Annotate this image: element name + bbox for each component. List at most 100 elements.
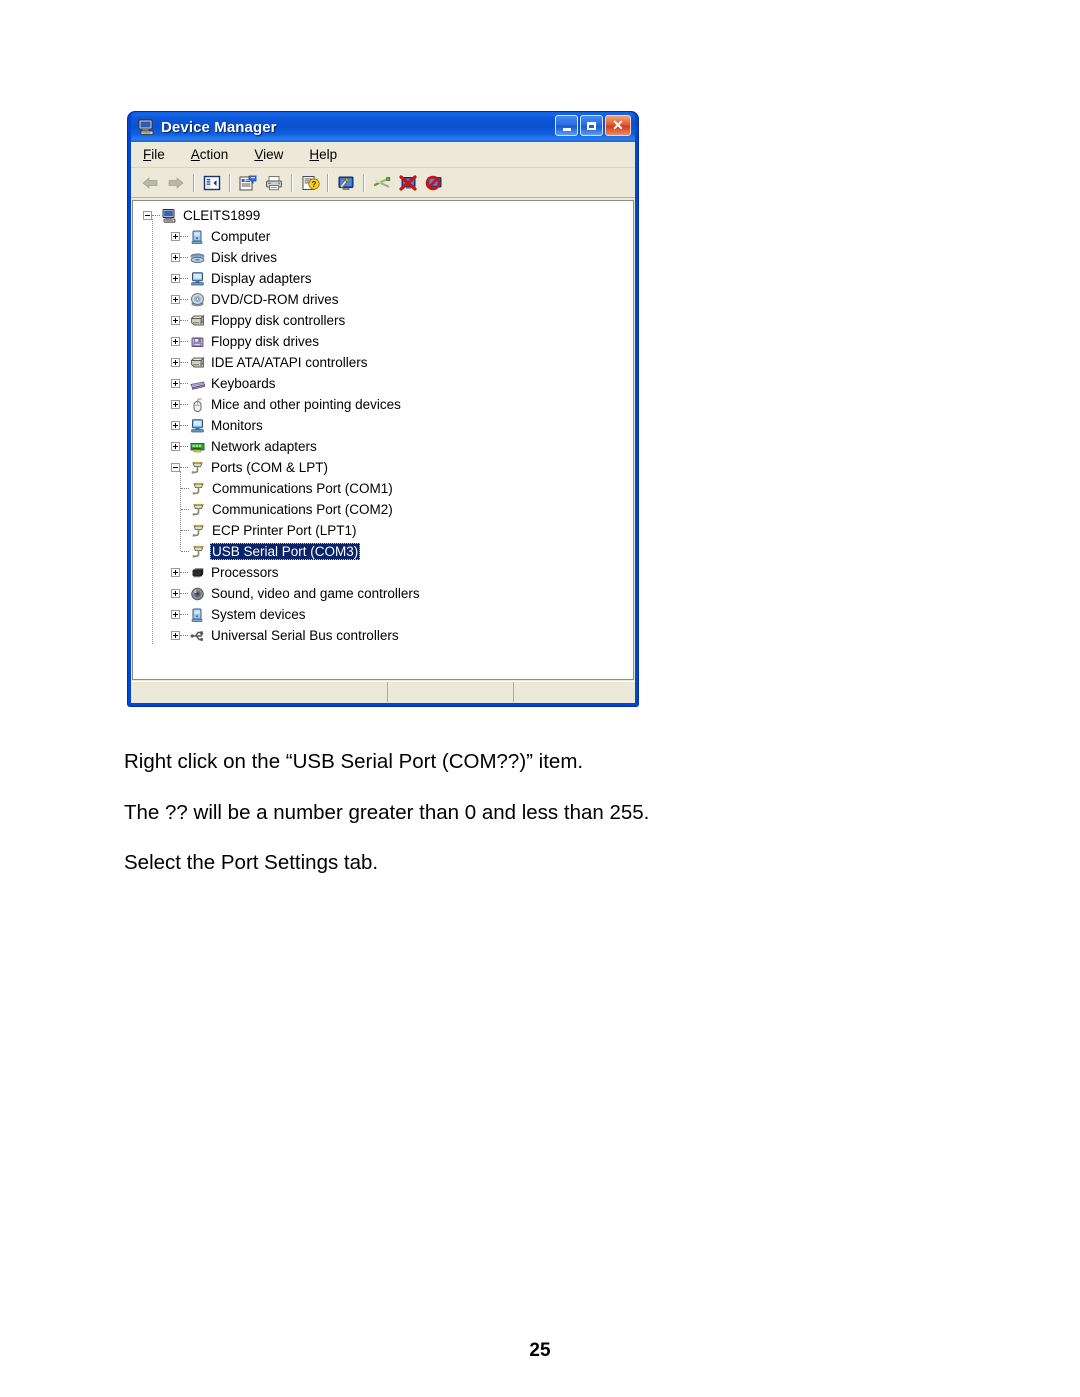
paragraph-1: Right click on the “USB Serial Port (COM… xyxy=(124,750,584,773)
tree-row-floppy-disk-drives[interactable]: Floppy disk drives xyxy=(133,331,633,352)
show-hide-tree-icon[interactable] xyxy=(200,171,224,194)
expand-toggle-icon[interactable] xyxy=(171,442,180,451)
monitor-icon xyxy=(189,418,206,434)
tree-row-monitors[interactable]: Monitors xyxy=(133,415,633,436)
tree-row-usb-controllers[interactable]: Universal Serial Bus controllers xyxy=(133,625,633,646)
tree-connector xyxy=(180,445,188,448)
expand-toggle-icon[interactable] xyxy=(171,589,180,598)
tree-row-network-adapters[interactable]: Network adapters xyxy=(133,436,633,457)
expand-toggle-icon[interactable] xyxy=(171,232,180,241)
properties-icon[interactable] xyxy=(236,171,260,194)
window-client-area: File Action View Help ? CLEITS1899 Compu… xyxy=(131,142,635,703)
device-manager-window: Device Manager ✕ File Action View Help ?… xyxy=(128,112,638,706)
expand-toggle-icon[interactable] xyxy=(171,610,180,619)
scan-hardware-changes-icon[interactable] xyxy=(334,171,358,194)
tree-connector xyxy=(180,466,188,469)
maximize-icon xyxy=(587,121,596,130)
toolbar-separator xyxy=(327,173,329,192)
tree-label: Ports (COM & LPT) xyxy=(211,460,329,475)
tree-row-floppy-disk-controllers[interactable]: Floppy disk controllers xyxy=(133,310,633,331)
back-icon[interactable] xyxy=(138,171,162,194)
expand-toggle-icon[interactable] xyxy=(171,337,180,346)
expand-toggle-icon[interactable] xyxy=(171,631,180,640)
tree-connector xyxy=(180,424,188,427)
display-adapter-icon xyxy=(189,271,206,287)
close-button[interactable]: ✕ xyxy=(605,115,631,136)
tree-row-system-devices[interactable]: System devices xyxy=(133,604,633,625)
menu-view[interactable]: View xyxy=(254,147,283,162)
uninstall-device-icon[interactable] xyxy=(422,171,446,194)
tree-row-usb-serial-port[interactable]: USB Serial Port (COM3) xyxy=(133,541,633,562)
tree-connector xyxy=(180,571,188,574)
tree-label: Floppy disk drives xyxy=(211,334,320,349)
tree-label: ECP Printer Port (LPT1) xyxy=(212,523,357,538)
tree-row-sound-video-game[interactable]: Sound, video and game controllers xyxy=(133,583,633,604)
menu-help[interactable]: Help xyxy=(309,147,337,162)
expand-toggle-icon[interactable] xyxy=(171,295,180,304)
tree-row-root[interactable]: CLEITS1899 xyxy=(133,205,633,226)
paragraph-3: Select the Port Settings tab. xyxy=(124,851,379,874)
expand-toggle-icon[interactable] xyxy=(171,568,180,577)
menubar: File Action View Help xyxy=(131,142,635,168)
port-icon xyxy=(189,460,206,476)
toolbar-separator xyxy=(291,173,293,192)
tree-row-display-adapters[interactable]: Display adapters xyxy=(133,268,633,289)
tree-row-disk-drives[interactable]: Disk drives xyxy=(133,247,633,268)
tree-row-processors[interactable]: Processors xyxy=(133,562,633,583)
tree-label: Communications Port (COM1) xyxy=(212,481,393,496)
collapse-toggle-icon[interactable] xyxy=(143,211,152,220)
tree-connector xyxy=(181,529,189,532)
maximize-button[interactable] xyxy=(580,115,603,136)
menu-action[interactable]: Action xyxy=(191,147,229,162)
disk-drive-icon xyxy=(189,250,206,266)
tree-row-keyboards[interactable]: Keyboards xyxy=(133,373,633,394)
expand-toggle-icon[interactable] xyxy=(171,316,180,325)
print-icon[interactable] xyxy=(262,171,286,194)
tree-row-ports[interactable]: Ports (COM & LPT) xyxy=(133,457,633,478)
tree-row-ide-controllers[interactable]: IDE ATA/ATAPI controllers xyxy=(133,352,633,373)
tree-connector xyxy=(180,634,188,637)
tree-row-com1[interactable]: Communications Port (COM1) xyxy=(133,478,633,499)
tree-row-lpt1[interactable]: ECP Printer Port (LPT1) xyxy=(133,520,633,541)
tree-row-com2[interactable]: Communications Port (COM2) xyxy=(133,499,633,520)
expand-toggle-icon[interactable] xyxy=(171,400,180,409)
floppy-drive-icon xyxy=(189,334,206,350)
forward-icon[interactable] xyxy=(164,171,188,194)
tree-connector xyxy=(180,256,188,259)
port-icon xyxy=(190,544,207,560)
unplug-eject-icon[interactable] xyxy=(370,171,394,194)
tree-row-computer[interactable]: Computer xyxy=(133,226,633,247)
network-adapter-icon xyxy=(189,439,206,455)
toolbar-separator xyxy=(229,173,231,192)
keyboard-icon xyxy=(189,376,206,392)
tree-label: Processors xyxy=(211,565,279,580)
window-titlebar[interactable]: Device Manager ✕ xyxy=(131,112,635,142)
minimize-button[interactable] xyxy=(555,115,578,136)
tree-row-dvd-cdrom-drives[interactable]: DVD/CD-ROM drives xyxy=(133,289,633,310)
port-icon xyxy=(190,481,207,497)
expand-toggle-icon[interactable] xyxy=(171,358,180,367)
ide-controller-icon xyxy=(189,355,206,371)
expand-toggle-icon[interactable] xyxy=(171,379,180,388)
tree-row-mice[interactable]: Mice and other pointing devices xyxy=(133,394,633,415)
expand-toggle-icon[interactable] xyxy=(171,274,180,283)
controller-icon xyxy=(189,313,206,329)
tree-label: Display adapters xyxy=(211,271,312,286)
processor-icon xyxy=(189,565,206,581)
tree-connector xyxy=(180,403,188,406)
expand-toggle-icon[interactable] xyxy=(171,421,180,430)
status-pane-3 xyxy=(514,682,634,702)
computer-icon xyxy=(189,229,206,245)
expand-toggle-icon[interactable] xyxy=(171,253,180,262)
window-title: Device Manager xyxy=(161,118,277,136)
collapse-toggle-icon[interactable] xyxy=(171,463,180,472)
disable-device-icon[interactable] xyxy=(396,171,420,194)
system-device-icon xyxy=(189,607,206,623)
help-icon[interactable]: ? xyxy=(298,171,322,194)
tree-connector xyxy=(180,382,188,385)
device-tree[interactable]: CLEITS1899 Computer Disk drives Display … xyxy=(132,200,634,680)
tree-label: System devices xyxy=(211,607,306,622)
menu-file[interactable]: File xyxy=(143,147,165,162)
tree-label: DVD/CD-ROM drives xyxy=(211,292,339,307)
close-icon: ✕ xyxy=(612,117,624,133)
